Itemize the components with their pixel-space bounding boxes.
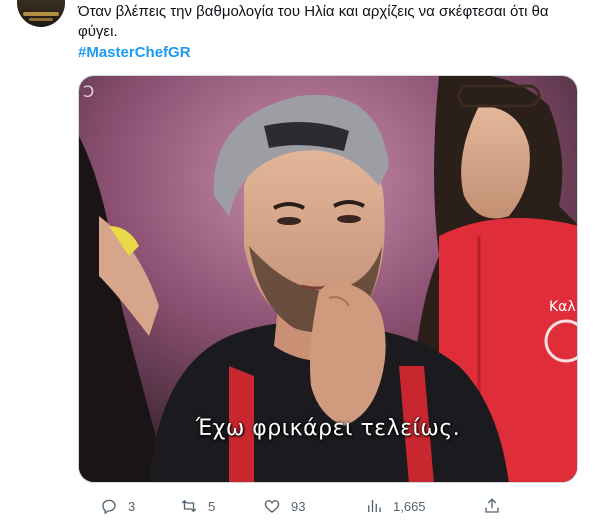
like-button[interactable]: 93: [263, 496, 305, 516]
reply-count: 3: [128, 498, 136, 514]
avatar[interactable]: [17, 0, 65, 27]
tweet-text: Όταν βλέπεις την βαθμολογία του Ηλία και…: [78, 2, 598, 42]
like-count: 93: [291, 498, 306, 514]
retweet-count: 5: [208, 498, 216, 514]
retweet-icon: [181, 499, 197, 513]
video-subtitle: Έχω φρικάρει τελείως.: [195, 416, 461, 441]
avatar-graphic-detail: [29, 18, 53, 21]
channel-logo-watermark: Ↄ: [83, 82, 95, 101]
tweet-text-line: φύγει.: [78, 23, 118, 40]
avatar-graphic: [23, 12, 59, 16]
tweet-text-line: Όταν βλέπεις την βαθμολογία του Ηλία και…: [78, 3, 549, 20]
reply-icon: [102, 499, 116, 515]
tweet-actions: 3 5 93 1,665: [78, 496, 598, 524]
like-icon: [264, 500, 280, 513]
tweet-media[interactable]: Καλ Ↄ Έχω φρικάρει τελείως.: [78, 75, 578, 483]
views-icon: [368, 500, 381, 512]
views-button[interactable]: 1,665: [365, 496, 426, 516]
retweet-button[interactable]: 5: [180, 496, 215, 516]
views-count: 1,665: [393, 498, 426, 514]
reply-button[interactable]: 3: [100, 496, 135, 516]
share-icon: [485, 498, 499, 513]
hashtag-link[interactable]: #MasterChefGR: [78, 43, 191, 63]
share-button[interactable]: [483, 496, 501, 516]
svg-text:Καλ: Καλ: [549, 299, 576, 315]
